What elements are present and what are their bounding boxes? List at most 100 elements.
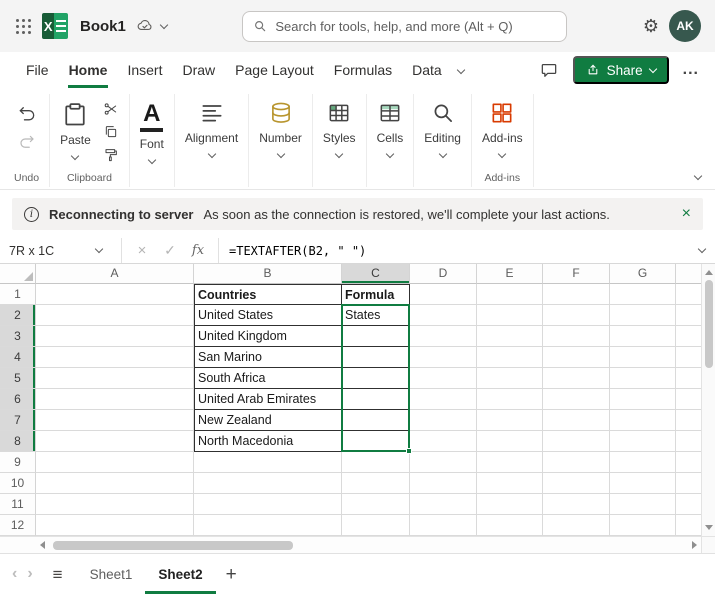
cell-F2[interactable]: [543, 305, 610, 326]
cell-C10[interactable]: [342, 473, 410, 494]
more-options-button[interactable]: ...: [683, 61, 699, 79]
cell-F5[interactable]: [543, 368, 610, 389]
cell-E6[interactable]: [477, 389, 543, 410]
font-button[interactable]: A Font: [140, 98, 164, 165]
tab-formulas[interactable]: Formulas: [333, 52, 393, 88]
cell-G10[interactable]: [610, 473, 676, 494]
addins-button[interactable]: Add-ins: [482, 98, 523, 159]
formula-input[interactable]: =TEXTAFTER(B2, " "): [219, 244, 376, 258]
cell-A5[interactable]: [36, 368, 194, 389]
search-input[interactable]: [275, 18, 557, 34]
avatar[interactable]: AK: [668, 10, 701, 42]
cell-B3[interactable]: United Kingdom: [194, 326, 342, 347]
editing-button[interactable]: Editing: [424, 98, 461, 159]
cell-C1[interactable]: Formula: [342, 284, 410, 305]
copy-button[interactable]: [103, 124, 119, 140]
cell-G3[interactable]: [610, 326, 676, 347]
row-header-8[interactable]: 8: [0, 431, 36, 452]
cell-B9[interactable]: [194, 452, 342, 473]
cell-E11[interactable]: [477, 494, 543, 515]
sheet-tab-sheet1[interactable]: Sheet1: [77, 554, 146, 594]
row-header-1[interactable]: 1: [0, 284, 36, 305]
cell-G1[interactable]: [610, 284, 676, 305]
format-painter-button[interactable]: [103, 147, 119, 163]
cell-F9[interactable]: [543, 452, 610, 473]
column-header-G[interactable]: G: [610, 264, 676, 284]
next-sheet-chevron[interactable]: ›: [27, 566, 32, 582]
cell-D1[interactable]: [410, 284, 477, 305]
row-header-12[interactable]: 12: [0, 515, 36, 536]
cell-C8[interactable]: [342, 431, 410, 452]
cell-F1[interactable]: [543, 284, 610, 305]
ribbon-collapse-chevron-icon[interactable]: [693, 171, 703, 181]
tab-insert[interactable]: Insert: [126, 52, 163, 88]
cell-C3[interactable]: [342, 326, 410, 347]
cell-E5[interactable]: [477, 368, 543, 389]
share-button[interactable]: Share: [572, 56, 669, 84]
cell-B12[interactable]: [194, 515, 342, 536]
scroll-left-arrow[interactable]: [40, 541, 45, 549]
cell-F7[interactable]: [543, 410, 610, 431]
redo-button[interactable]: [18, 133, 36, 151]
cell-B4[interactable]: San Marino: [194, 347, 342, 368]
cell-B6[interactable]: United Arab Emirates: [194, 389, 342, 410]
cell-D2[interactable]: [410, 305, 477, 326]
vertical-scroll-thumb[interactable]: [704, 280, 713, 368]
cell-B10[interactable]: [194, 473, 342, 494]
title-chevron-icon[interactable]: [159, 20, 169, 29]
horizontal-scroll-thumb[interactable]: [53, 541, 293, 550]
cell-G8[interactable]: [610, 431, 676, 452]
cell-E10[interactable]: [477, 473, 543, 494]
tab-home[interactable]: Home: [67, 52, 109, 88]
row-header-7[interactable]: 7: [0, 410, 36, 431]
prev-sheet-chevron[interactable]: ‹: [12, 566, 17, 582]
cell-G5[interactable]: [610, 368, 676, 389]
cell-D7[interactable]: [410, 410, 477, 431]
cell-A1[interactable]: [36, 284, 194, 305]
cell-C7[interactable]: [342, 410, 410, 431]
cell-F3[interactable]: [543, 326, 610, 347]
alignment-button[interactable]: Alignment: [185, 98, 238, 159]
row-header-4[interactable]: 4: [0, 347, 36, 368]
cells-button[interactable]: Cells: [377, 98, 403, 159]
cell-A9[interactable]: [36, 452, 194, 473]
insert-function-button[interactable]: fx: [184, 243, 212, 258]
cell-B1[interactable]: Countries: [194, 284, 342, 305]
cell-G6[interactable]: [610, 389, 676, 410]
tab-data[interactable]: Data: [411, 52, 443, 88]
cell-G9[interactable]: [610, 452, 676, 473]
cell-D6[interactable]: [410, 389, 477, 410]
row-header-3[interactable]: 3: [0, 326, 36, 347]
cell-G4[interactable]: [610, 347, 676, 368]
select-all-button[interactable]: [0, 264, 36, 284]
formula-bar-expand-chevron-icon[interactable]: [697, 244, 707, 254]
row-header-10[interactable]: 10: [0, 473, 36, 494]
tab-draw[interactable]: Draw: [181, 52, 216, 88]
paste-button[interactable]: Paste: [60, 98, 91, 161]
styles-button[interactable]: Styles: [323, 98, 356, 159]
column-header-E[interactable]: E: [477, 264, 543, 284]
tab-file[interactable]: File: [25, 52, 50, 88]
notification-close-icon[interactable]: ×: [682, 206, 691, 222]
cell-A4[interactable]: [36, 347, 194, 368]
cell-B5[interactable]: South Africa: [194, 368, 342, 389]
cell-C4[interactable]: [342, 347, 410, 368]
settings-gear-icon[interactable]: ⚙: [643, 17, 659, 35]
fill-handle[interactable]: [406, 448, 412, 454]
column-header-D[interactable]: D: [410, 264, 477, 284]
workbook-title[interactable]: Book1: [80, 18, 126, 35]
cell-E9[interactable]: [477, 452, 543, 473]
cell-D4[interactable]: [410, 347, 477, 368]
cell-C12[interactable]: [342, 515, 410, 536]
number-button[interactable]: Number: [259, 98, 302, 159]
cell-D10[interactable]: [410, 473, 477, 494]
cell-A11[interactable]: [36, 494, 194, 515]
horizontal-scroll-track[interactable]: [49, 537, 688, 553]
column-header-C[interactable]: C: [342, 264, 410, 284]
cell-C11[interactable]: [342, 494, 410, 515]
cell-D3[interactable]: [410, 326, 477, 347]
cell-B7[interactable]: New Zealand: [194, 410, 342, 431]
add-sheet-button[interactable]: +: [226, 565, 237, 584]
cell-D5[interactable]: [410, 368, 477, 389]
row-header-6[interactable]: 6: [0, 389, 36, 410]
